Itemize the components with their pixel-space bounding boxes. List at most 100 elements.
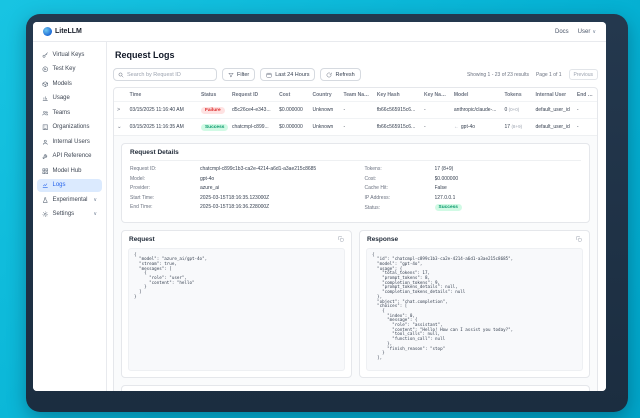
copy-icon xyxy=(576,236,582,242)
col-key-name: Key Name xyxy=(421,88,451,102)
toolbar: Filter Last 24 Hours Refresh Showing 1 -… xyxy=(113,68,598,81)
response-code-block: { "id": "chatcmpl-c899c1b3-ca2e-4214-a6d… xyxy=(366,248,583,371)
sidebar-item-logs[interactable]: Logs xyxy=(37,179,102,193)
expand-chevron-down-icon[interactable]: ⌄ xyxy=(117,124,122,130)
cache-hit-value: False xyxy=(435,185,447,191)
filter-button[interactable]: Filter xyxy=(222,68,255,81)
status-badge-failure: Failure xyxy=(201,107,225,114)
chevron-down-icon: ∨ xyxy=(93,211,97,217)
response-panel: Response { "id": "chatcmpl-c899c1b3-ca2e… xyxy=(359,230,590,378)
sidebar-item-models[interactable]: Models xyxy=(37,77,102,91)
previous-page-button[interactable]: Previous xyxy=(569,69,598,80)
time-range-button[interactable]: Last 24 Hours xyxy=(260,68,315,81)
provider-value: azure_ai xyxy=(200,185,219,191)
gear-icon xyxy=(42,211,49,218)
users-icon xyxy=(42,110,49,117)
col-cost: Cost xyxy=(276,88,309,102)
user-icon xyxy=(42,139,49,146)
sidebar-item-test-key[interactable]: Test Key xyxy=(37,63,102,77)
sidebar-item-api-reference[interactable]: API Reference xyxy=(37,150,102,164)
key-icon xyxy=(42,52,49,59)
chevron-down-icon: ∨ xyxy=(592,29,596,35)
detail-status-badge: Success xyxy=(435,204,462,211)
search-input[interactable] xyxy=(127,72,212,78)
col-model: Model xyxy=(451,88,502,102)
cost-value: $0.000000 xyxy=(435,176,459,182)
sidebar: Virtual Keys Test Key Models Usage Teams xyxy=(33,42,107,391)
log-row-2-expanded[interactable]: ⌄ 03/15/2025 11:16:35 AM Success chatcmp… xyxy=(114,119,597,136)
expanded-log-detail: Request Details Request ID:chatcmpl-c899… xyxy=(114,135,597,391)
col-internal-user: Internal User xyxy=(533,88,574,102)
col-time: Time xyxy=(127,88,198,102)
flask-icon xyxy=(42,197,49,204)
log-row-1[interactable]: > 03/15/2025 11:16:40 AM Failure d5c26ce… xyxy=(114,102,597,119)
col-end-user: End User xyxy=(574,88,597,102)
col-country: Country xyxy=(309,88,340,102)
copy-request-button[interactable] xyxy=(338,236,344,242)
sidebar-item-experimental[interactable]: Experimental ∨ xyxy=(37,193,102,207)
refresh-button[interactable]: Refresh xyxy=(320,68,360,81)
request-details-title: Request Details xyxy=(130,149,581,161)
ip-address-value: 127.0.0.1 xyxy=(435,195,456,201)
filter-icon xyxy=(228,72,234,78)
line-chart-icon xyxy=(42,182,49,189)
request-id-value: chatcmpl-c899c1b3-ca2e-4214-a6d1-a3ae215… xyxy=(200,166,316,172)
request-panel: Request { "model": "azure_ai/gpt-4o", "s… xyxy=(121,230,352,378)
refresh-icon xyxy=(326,72,332,78)
page-indicator: Page 1 of 1 xyxy=(536,72,562,78)
search-icon xyxy=(118,72,124,78)
user-menu-label: User xyxy=(578,29,591,35)
main-content: Request Logs Filter Last 24 Hours xyxy=(107,42,606,391)
grid-icon xyxy=(42,168,49,175)
screenshot-canvas: LiteLLM Docs User ∨ Virtual Keys Test K xyxy=(0,0,640,418)
sidebar-item-settings[interactable]: Settings ∨ xyxy=(37,208,102,222)
sidebar-item-organizations[interactable]: Organizations xyxy=(37,121,102,135)
col-team-name: Team Name xyxy=(341,88,374,102)
logs-table-card: Time Status Request ID Cost Country Team… xyxy=(113,87,598,391)
table-header-row: Time Status Request ID Cost Country Team… xyxy=(114,88,597,102)
request-json: { "model": "azure_ai/gpt-4o", "stream": … xyxy=(134,253,339,300)
user-menu[interactable]: User ∨ xyxy=(578,29,596,35)
copy-response-button[interactable] xyxy=(576,236,582,242)
building-icon xyxy=(42,124,49,131)
end-time-value: 2025-03-15T18:16:36.228000Z xyxy=(200,204,269,210)
sidebar-item-teams[interactable]: Teams xyxy=(37,106,102,120)
mapped-model-arrow-icon: ← xyxy=(454,124,459,130)
calendar-icon xyxy=(266,72,272,78)
request-details-card: Request Details Request ID:chatcmpl-c899… xyxy=(121,143,590,223)
tokens-value: 17 (8+9) xyxy=(435,166,454,172)
brand-name: LiteLLM xyxy=(55,28,82,35)
request-code-block: { "model": "azure_ai/gpt-4o", "stream": … xyxy=(128,248,345,371)
results-count: Showing 1 - 23 of 23 results xyxy=(467,72,529,78)
sidebar-item-virtual-keys[interactable]: Virtual Keys xyxy=(37,48,102,62)
cube-icon xyxy=(42,81,49,88)
response-panel-title: Response xyxy=(367,236,398,243)
sidebar-item-internal-users[interactable]: Internal Users xyxy=(37,135,102,149)
status-badge-success: Success xyxy=(201,124,228,131)
copy-icon xyxy=(338,236,344,242)
docs-link[interactable]: Docs xyxy=(555,29,569,35)
col-key-hash: Key Hash xyxy=(374,88,421,102)
model-value: gpt-4o xyxy=(200,176,214,182)
wrench-icon xyxy=(42,153,49,160)
page-title: Request Logs xyxy=(115,50,598,60)
sidebar-item-usage[interactable]: Usage xyxy=(37,92,102,106)
logs-table: Time Status Request ID Cost Country Team… xyxy=(114,88,597,135)
brand: LiteLLM xyxy=(43,27,82,36)
response-json: { "id": "chatcmpl-c899c1b3-ca2e-4214-a6d… xyxy=(372,253,577,361)
play-circle-icon xyxy=(42,66,49,73)
col-request-id: Request ID xyxy=(229,88,276,102)
sidebar-item-model-hub[interactable]: Model Hub xyxy=(37,164,102,178)
start-time-value: 2025-03-15T18:16:35.123000Z xyxy=(200,195,269,201)
chevron-down-icon: ∨ xyxy=(93,197,97,203)
top-bar: LiteLLM Docs User ∨ xyxy=(33,22,606,42)
col-status: Status xyxy=(198,88,229,102)
litellm-admin-window: LiteLLM Docs User ∨ Virtual Keys Test K xyxy=(33,22,606,391)
request-panel-title: Request xyxy=(129,236,155,243)
litellm-logo-icon xyxy=(43,27,52,36)
expand-chevron-right-icon[interactable]: > xyxy=(117,107,120,113)
col-tokens: Tokens xyxy=(501,88,532,102)
bar-chart-icon xyxy=(42,95,49,102)
search-box xyxy=(113,68,217,81)
metadata-card: Metadata xyxy=(121,385,590,392)
